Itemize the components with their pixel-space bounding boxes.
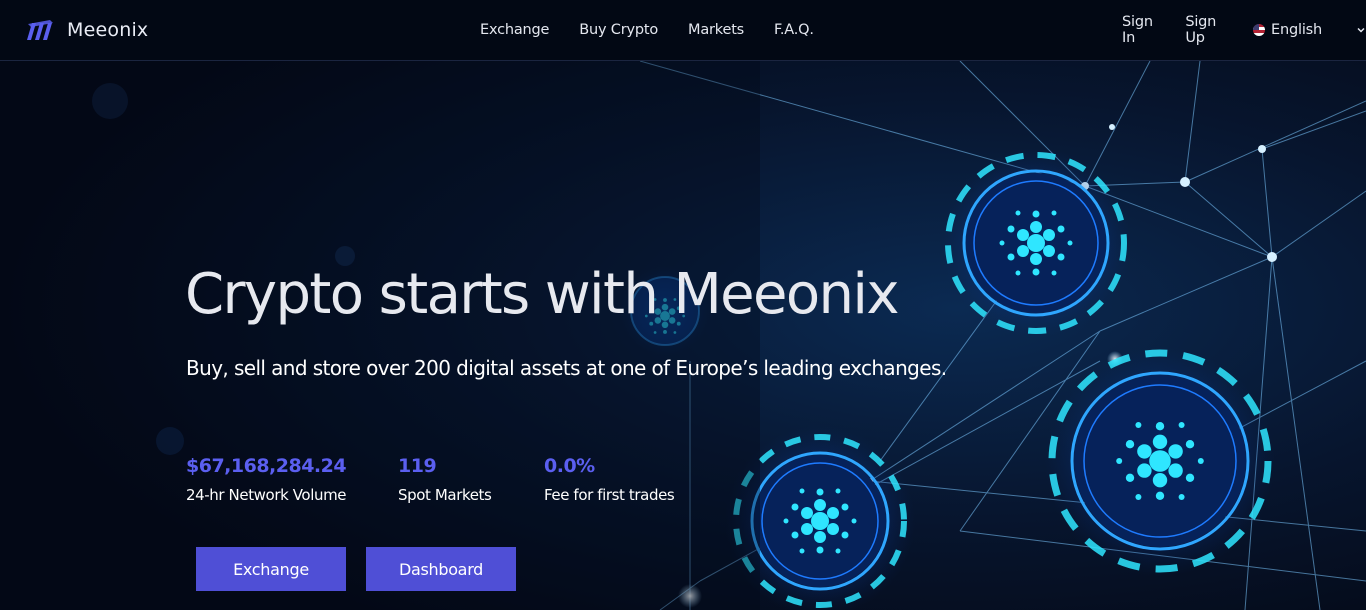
us-flag-icon xyxy=(1253,24,1266,36)
stat-label: 24-hr Network Volume xyxy=(186,486,347,504)
stat-value: $67,168,284.24 xyxy=(186,455,347,477)
hero-title: Crypto starts with Meeonix xyxy=(185,262,900,327)
nav-link-faq[interactable]: F.A.Q. xyxy=(774,22,814,38)
language-selector[interactable]: English xyxy=(1253,22,1366,38)
sign-up-link[interactable]: Sign Up xyxy=(1185,14,1223,46)
chevron-down-icon xyxy=(1357,27,1365,33)
hero-subtitle: Buy, sell and store over 200 digital ass… xyxy=(186,356,947,380)
meeonix-logo-icon xyxy=(27,20,53,40)
stat-label: Fee for first trades xyxy=(544,486,675,504)
brand-name: Meeonix xyxy=(67,19,149,41)
language-label: English xyxy=(1271,22,1322,38)
stat-spot-markets: 119 Spot Markets xyxy=(398,455,492,504)
hero-network-illustration xyxy=(0,61,1366,610)
sign-in-link[interactable]: Sign In xyxy=(1122,14,1155,46)
stat-fee: 0.0% Fee for first trades xyxy=(544,455,675,504)
stat-value: 119 xyxy=(398,455,437,477)
nav-link-exchange[interactable]: Exchange xyxy=(480,22,549,38)
main-nav: Exchange Buy Crypto Markets F.A.Q. xyxy=(480,0,844,60)
nav-link-buy-crypto[interactable]: Buy Crypto xyxy=(579,22,658,38)
account-nav: Sign In Sign Up English xyxy=(1122,0,1366,60)
exchange-button[interactable]: Exchange xyxy=(196,547,346,591)
site-header: Meeonix Exchange Buy Crypto Markets F.A.… xyxy=(0,0,1366,61)
stat-network-volume: $67,168,284.24 24-hr Network Volume xyxy=(186,455,347,504)
brand-logo[interactable]: Meeonix xyxy=(25,18,148,42)
stat-value: 0.0% xyxy=(544,455,595,477)
nav-link-markets[interactable]: Markets xyxy=(688,22,744,38)
stat-label: Spot Markets xyxy=(398,486,492,504)
dashboard-button[interactable]: Dashboard xyxy=(366,547,516,591)
